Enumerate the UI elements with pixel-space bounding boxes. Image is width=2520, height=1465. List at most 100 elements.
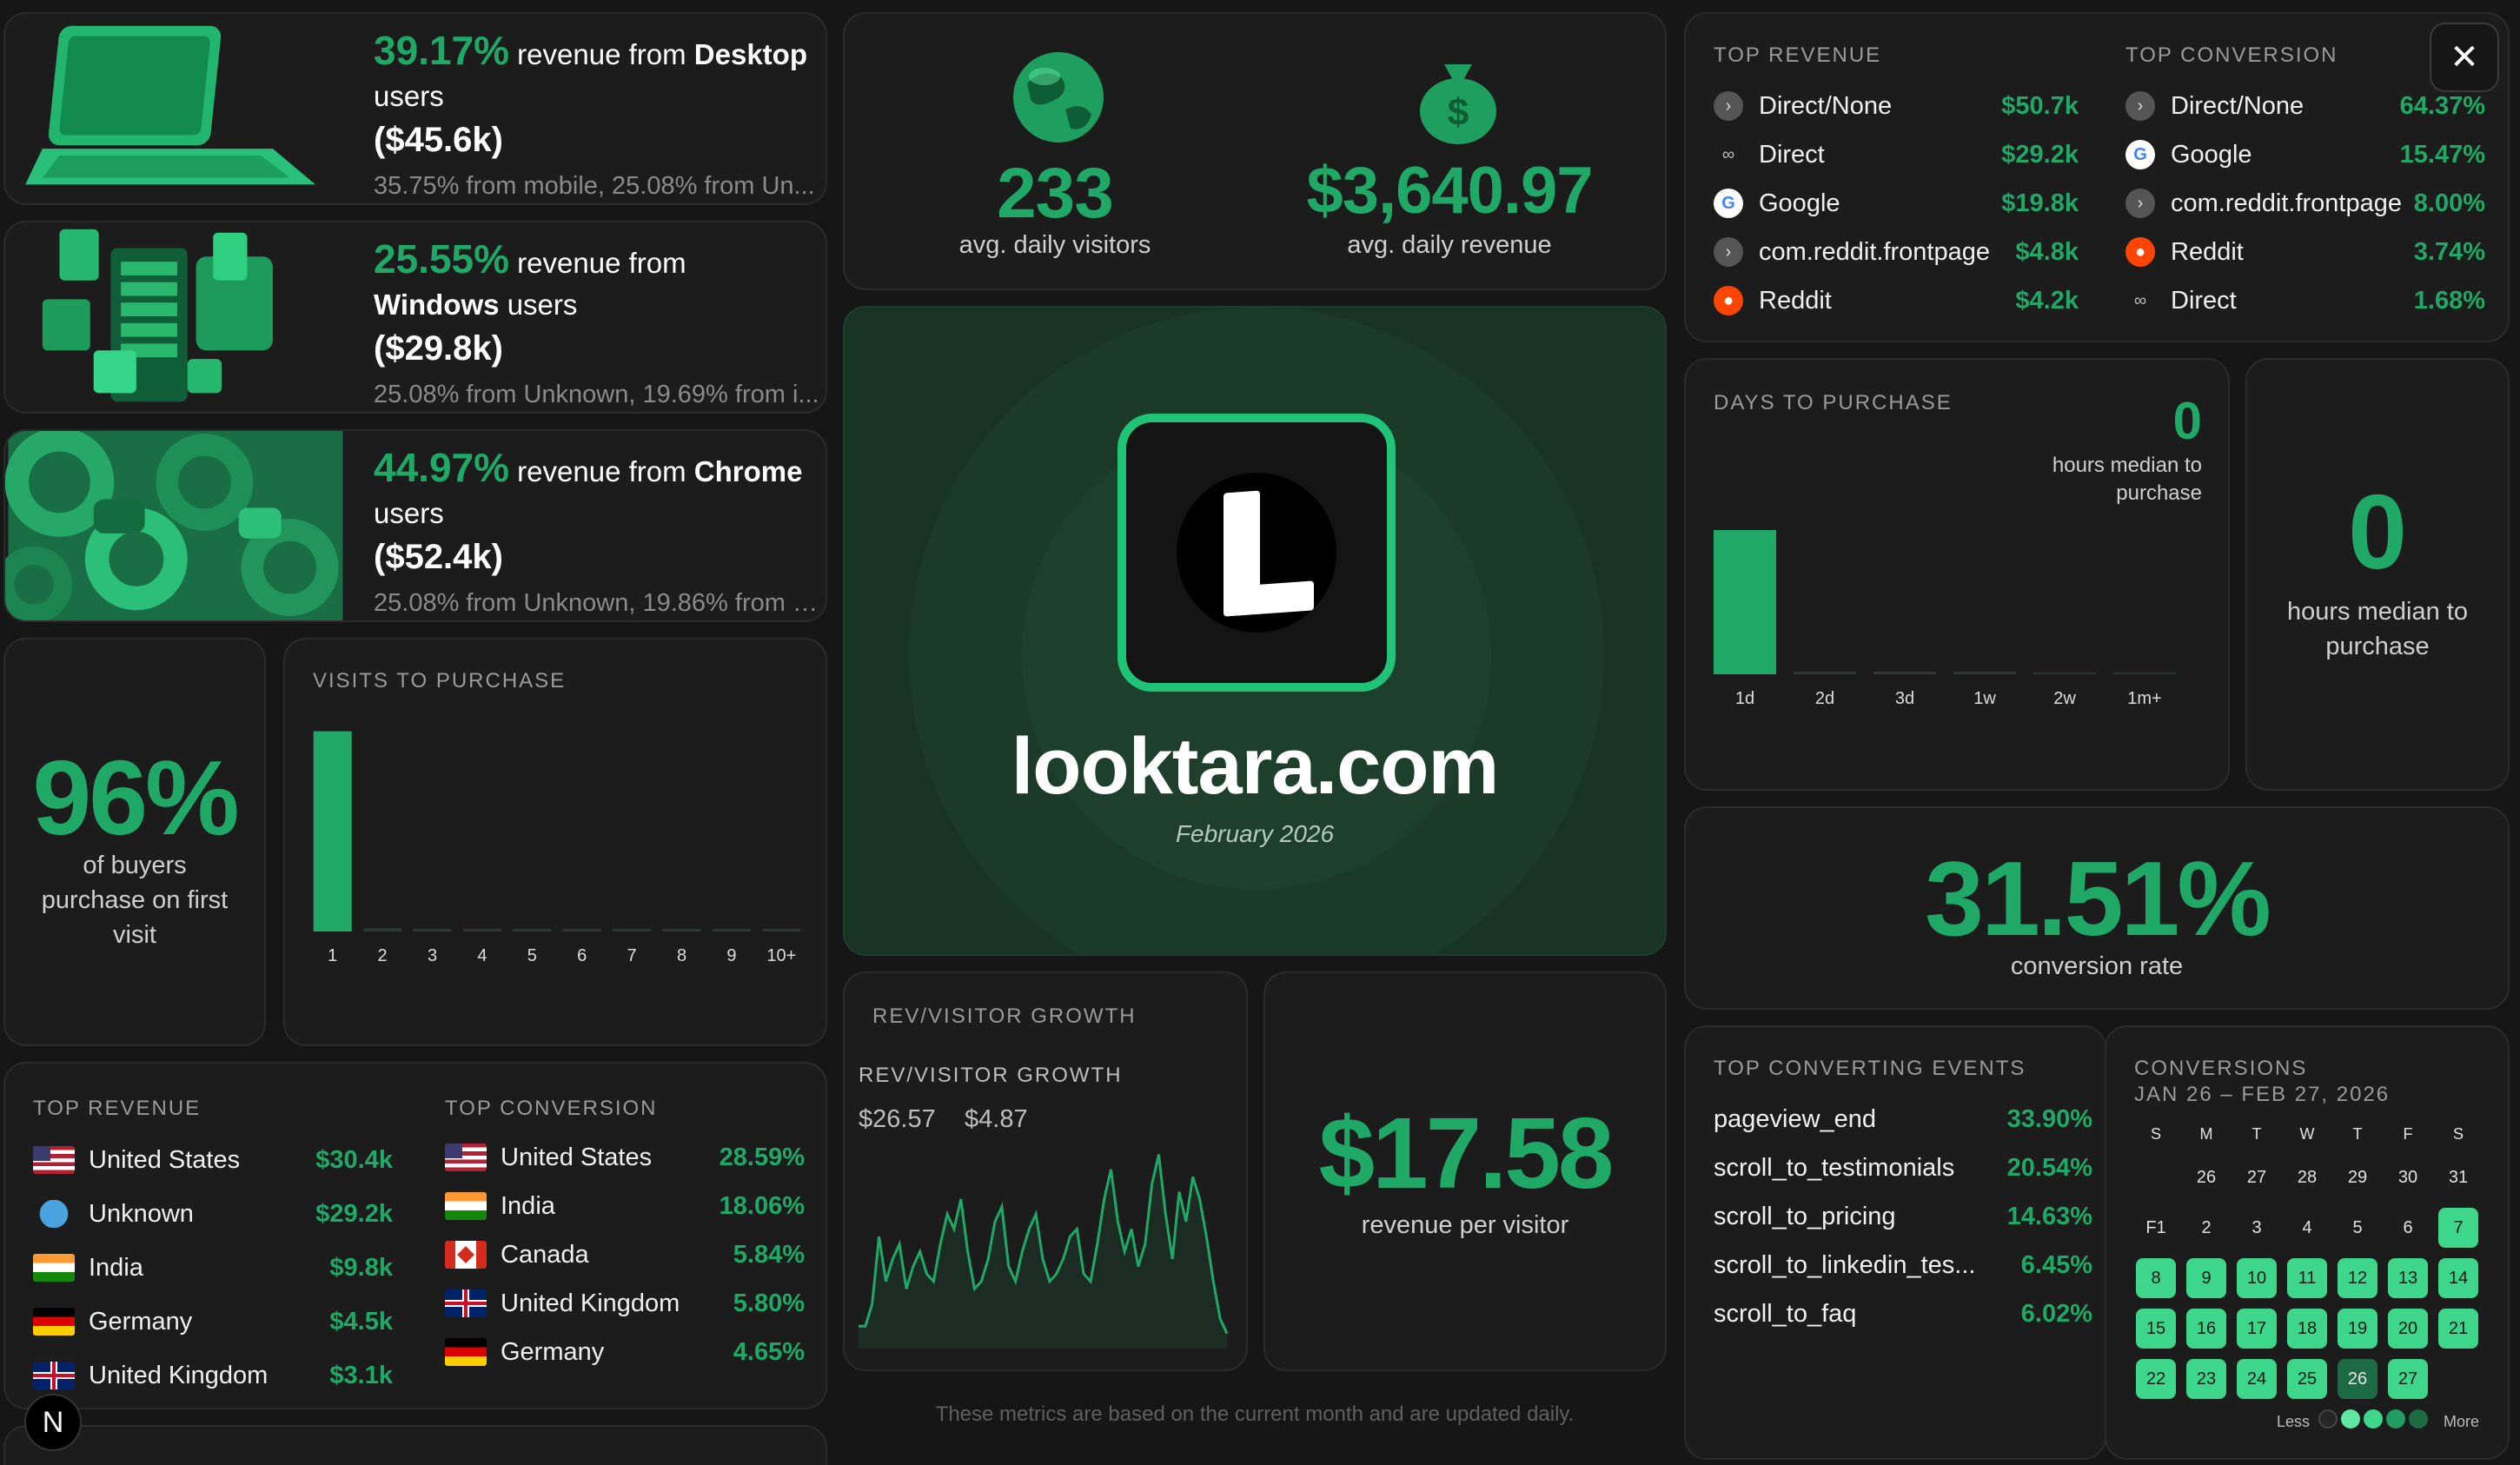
- event-value: 14.63%: [2006, 1202, 2092, 1230]
- bar-5[interactable]: [513, 929, 552, 931]
- country-row[interactable]: Germany $4.5k: [33, 1295, 393, 1349]
- event-row[interactable]: scroll_to_linkedin_tes... 6.45%: [1714, 1241, 2092, 1289]
- calendar-day[interactable]: 26: [2338, 1359, 2377, 1399]
- calendar-day[interactable]: 31: [2438, 1157, 2478, 1197]
- bar-1w[interactable]: [1953, 672, 2016, 674]
- source-row[interactable]: ● Reddit 3.74%: [2125, 228, 2485, 276]
- bar-1[interactable]: [313, 731, 352, 931]
- tick-label-10+: 10+: [766, 946, 796, 965]
- calendar-day[interactable]: 26: [2186, 1157, 2226, 1197]
- source-name: com.reddit.frontpage: [2171, 189, 2402, 217]
- calendar-day[interactable]: 25: [2287, 1359, 2327, 1399]
- calendar-day[interactable]: 18: [2287, 1309, 2327, 1349]
- event-row[interactable]: pageview_end 33.90%: [1714, 1095, 2092, 1143]
- calendar-range: JAN 26 – FEB 27, 2026: [2134, 1083, 2391, 1106]
- hours-median-caption: hours median to purchase: [2287, 598, 2468, 660]
- bar-3d[interactable]: [1873, 672, 1936, 674]
- source-row[interactable]: › com.reddit.frontpage 8.00%: [2125, 179, 2485, 228]
- country-row[interactable]: Germany 4.65%: [445, 1328, 805, 1376]
- source-row[interactable]: › Direct/None 64.37%: [2125, 82, 2485, 130]
- source-row[interactable]: › com.reddit.frontpage $4.8k: [1714, 228, 2079, 276]
- source-row[interactable]: ∞ Direct $29.2k: [1714, 130, 2079, 179]
- calendar-day[interactable]: 22: [2136, 1359, 2176, 1399]
- calendar-day[interactable]: 24: [2237, 1359, 2277, 1399]
- bar-8[interactable]: [662, 929, 701, 931]
- country-row[interactable]: United Kingdom $3.1k: [33, 1349, 393, 1402]
- insight-text: revenue from: [509, 247, 686, 279]
- calendar-day[interactable]: 15: [2136, 1309, 2176, 1349]
- conversion-rate-value: 31.51%: [1925, 839, 2271, 958]
- calendar-day[interactable]: 27: [2237, 1157, 2277, 1197]
- source-row[interactable]: G Google 15.47%: [2125, 130, 2485, 179]
- footer-note: These metrics are based on the current m…: [935, 1402, 1575, 1426]
- sources-revenue-title: TOP REVENUE: [1714, 43, 1882, 67]
- calendar-day[interactable]: 21: [2438, 1309, 2478, 1349]
- bar-3[interactable]: [413, 929, 452, 931]
- legend-level-3: [2386, 1409, 2405, 1429]
- event-value: 20.54%: [2006, 1153, 2092, 1182]
- bar-2w[interactable]: [2033, 673, 2096, 674]
- calendar-day[interactable]: 28: [2287, 1157, 2327, 1197]
- events-card: TOP CONVERTING EVENTS pageview_end 33.90%…: [1684, 1025, 2106, 1460]
- source-row[interactable]: › Direct/None $50.7k: [1714, 82, 2079, 130]
- event-value: 6.02%: [2020, 1299, 2092, 1328]
- calendar-day[interactable]: 27: [2388, 1359, 2428, 1399]
- calendar-day[interactable]: 16: [2186, 1309, 2226, 1349]
- calendar-title: CONVERSIONS: [2134, 1057, 2308, 1080]
- source-value: 3.74%: [2413, 237, 2485, 266]
- close-button[interactable]: ✕: [2430, 23, 2499, 92]
- calendar-day[interactable]: 30: [2388, 1157, 2428, 1197]
- country-row[interactable]: United States 28.59%: [445, 1133, 805, 1182]
- calendar-day[interactable]: 2: [2186, 1208, 2226, 1248]
- calendar-day[interactable]: 14: [2438, 1258, 2478, 1298]
- bar-9[interactable]: [712, 929, 751, 931]
- calendar-day[interactable]: 17: [2237, 1309, 2277, 1349]
- bar-7[interactable]: [613, 929, 652, 931]
- calendar-day[interactable]: 23: [2186, 1359, 2226, 1399]
- source-row[interactable]: G Google $19.8k: [1714, 179, 2079, 228]
- country-row[interactable]: India 18.06%: [445, 1182, 805, 1230]
- next-badge[interactable]: N: [24, 1394, 82, 1451]
- country-row[interactable]: United Kingdom 5.80%: [445, 1279, 805, 1328]
- visitors-label: avg. daily visitors: [958, 231, 1151, 259]
- calendar-day[interactable]: 7: [2438, 1208, 2478, 1248]
- country-row[interactable]: India $9.8k: [33, 1241, 393, 1295]
- calendar-day[interactable]: 6: [2388, 1208, 2428, 1248]
- calendar-day[interactable]: 20: [2388, 1309, 2428, 1349]
- bar-6[interactable]: [562, 929, 601, 931]
- source-value: 1.68%: [2413, 286, 2485, 315]
- country-row[interactable]: United States $30.4k: [33, 1133, 393, 1187]
- source-value: $19.8k: [2001, 189, 2079, 217]
- country-row[interactable]: Unknown $29.2k: [33, 1187, 393, 1241]
- calendar-day[interactable]: 12: [2338, 1258, 2377, 1298]
- bar-2[interactable]: [363, 928, 402, 931]
- event-value: 6.45%: [2020, 1250, 2092, 1279]
- source-row[interactable]: ∞ Direct 1.68%: [2125, 276, 2485, 325]
- calendar-day[interactable]: 4: [2287, 1208, 2327, 1248]
- insight-strong: Chrome: [693, 455, 803, 487]
- bar-1m+[interactable]: [2113, 673, 2176, 674]
- event-row[interactable]: scroll_to_testimonials 20.54%: [1714, 1143, 2092, 1192]
- event-row[interactable]: scroll_to_faq 6.02%: [1714, 1289, 2092, 1338]
- calendar-day[interactable]: 3: [2237, 1208, 2277, 1248]
- bar-4[interactable]: [462, 929, 501, 931]
- calendar-day[interactable]: 9: [2186, 1258, 2226, 1298]
- direct-icon: ›: [1714, 91, 1743, 121]
- bar-1d[interactable]: [1714, 530, 1776, 674]
- calendar-day[interactable]: 19: [2338, 1309, 2377, 1349]
- calendar-card: CONVERSIONS JAN 26 – FEB 27, 2026 Less M…: [2105, 1025, 2510, 1460]
- link-icon: ∞: [2133, 290, 2147, 310]
- calendar-day[interactable]: 29: [2338, 1157, 2377, 1197]
- calendar-day[interactable]: 8: [2136, 1258, 2176, 1298]
- country-row[interactable]: Canada 5.84%: [445, 1230, 805, 1279]
- calendar-day[interactable]: 10: [2237, 1258, 2277, 1298]
- event-name: scroll_to_faq: [1714, 1299, 1857, 1328]
- bar-10+[interactable]: [762, 929, 801, 931]
- source-row[interactable]: ● Reddit $4.2k: [1714, 276, 2079, 325]
- event-row[interactable]: scroll_to_pricing 14.63%: [1714, 1192, 2092, 1241]
- calendar-day[interactable]: 13: [2388, 1258, 2428, 1298]
- calendar-day[interactable]: 5: [2338, 1208, 2377, 1248]
- bar-2d[interactable]: [1794, 672, 1856, 674]
- calendar-day[interactable]: F1: [2136, 1208, 2176, 1248]
- calendar-day[interactable]: 11: [2287, 1258, 2327, 1298]
